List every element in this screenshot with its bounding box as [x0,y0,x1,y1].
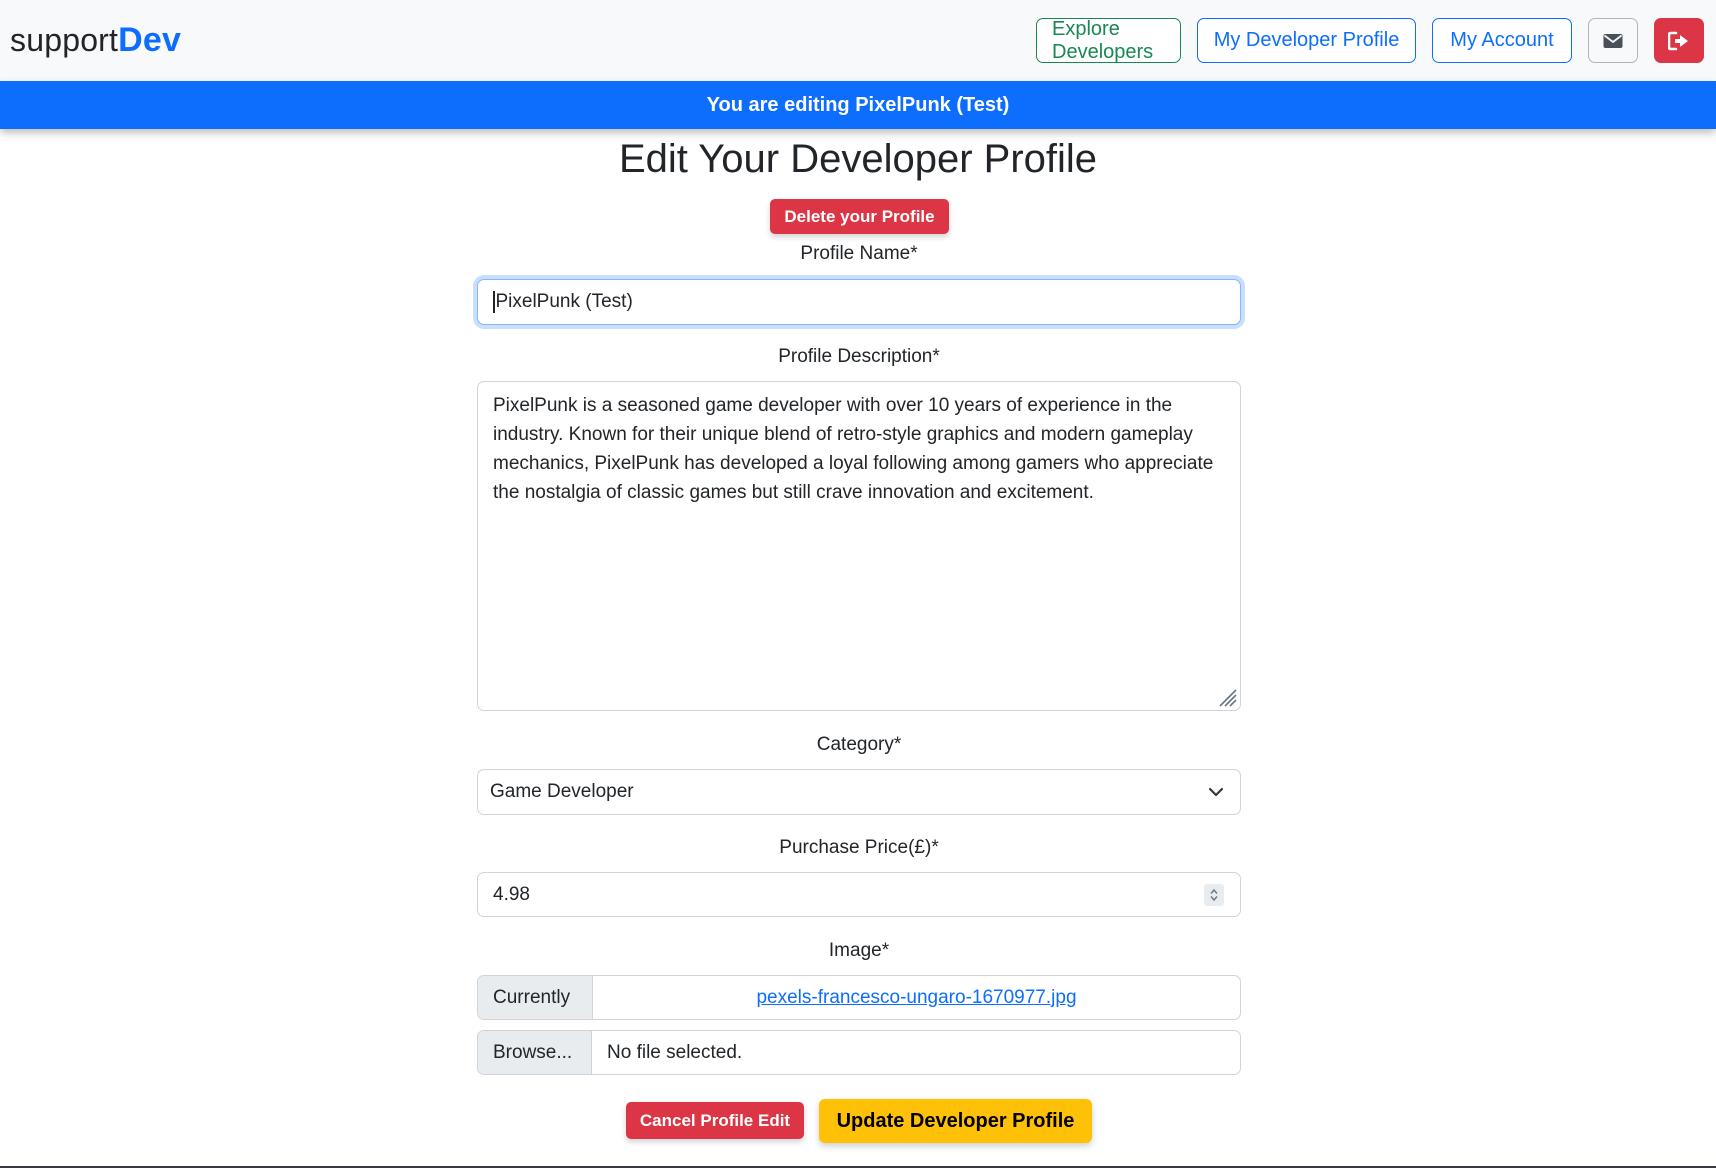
purchase-price-value: 4.98 [493,883,530,905]
delete-profile-button[interactable]: Delete your Profile [770,199,949,234]
navbar: support Dev Explore Developers My Develop… [0,0,1716,81]
my-account-button[interactable]: My Account [1432,18,1572,63]
profile-description-value: PixelPunk is a seasoned game developer w… [493,395,1214,503]
brand-suffix: Dev [118,21,182,59]
file-input[interactable]: Browse... No file selected. [477,1030,1241,1075]
sign-out-icon [1668,31,1688,50]
nav-actions: Explore Developers My Developer Profile … [1036,18,1704,63]
currently-addon: Currently [478,976,593,1019]
page-title: Edit Your Developer Profile [618,137,1098,181]
category-value: Game Developer [490,781,634,802]
my-developer-profile-button[interactable]: My Developer Profile [1197,18,1416,63]
envelope-icon [1603,33,1623,48]
page: support Dev Explore Developers My Develop… [0,0,1716,1168]
explore-developers-button[interactable]: Explore Developers [1036,18,1181,63]
file-name-field[interactable]: No file selected. [592,1031,1240,1074]
profile-description-label: Profile Description* [778,346,940,367]
current-image-field: pexels-francesco-ungaro-1670977.jpg [593,976,1240,1019]
messages-button[interactable] [1588,18,1638,63]
no-file-text: No file selected. [607,1041,743,1063]
resize-grip-icon[interactable] [1215,685,1237,707]
purchase-price-input[interactable]: 4.98 [477,872,1241,917]
profile-name-label: Profile Name* [800,243,918,264]
update-profile-button[interactable]: Update Developer Profile [819,1099,1092,1143]
current-image-link[interactable]: pexels-francesco-ungaro-1670977.jpg [593,987,1240,1009]
current-image-group: Currently pexels-francesco-ungaro-167097… [477,975,1241,1020]
browse-button[interactable]: Browse... [478,1031,592,1074]
cancel-edit-button[interactable]: Cancel Profile Edit [626,1102,804,1139]
category-select[interactable]: Game Developer [477,769,1241,815]
image-label: Image* [828,940,890,961]
editing-banner: You are editing PixelPunk (Test) [0,81,1716,129]
spinner-up-icon[interactable] [1209,888,1219,895]
number-spinner[interactable] [1204,883,1224,906]
chevron-down-icon [1208,787,1224,797]
purchase-price-label: Purchase Price(£)* [779,837,939,858]
text-cursor [493,291,495,313]
brand-prefix: support [10,22,119,58]
category-label: Category* [816,734,902,755]
brand-logo[interactable]: support Dev [10,21,181,60]
logout-button[interactable] [1654,18,1704,63]
profile-name-input[interactable]: PixelPunk (Test) [477,279,1241,325]
profile-description-textarea[interactable]: PixelPunk is a seasoned game developer w… [477,381,1241,711]
spinner-down-icon[interactable] [1209,895,1219,902]
profile-name-value: PixelPunk (Test) [495,291,633,312]
